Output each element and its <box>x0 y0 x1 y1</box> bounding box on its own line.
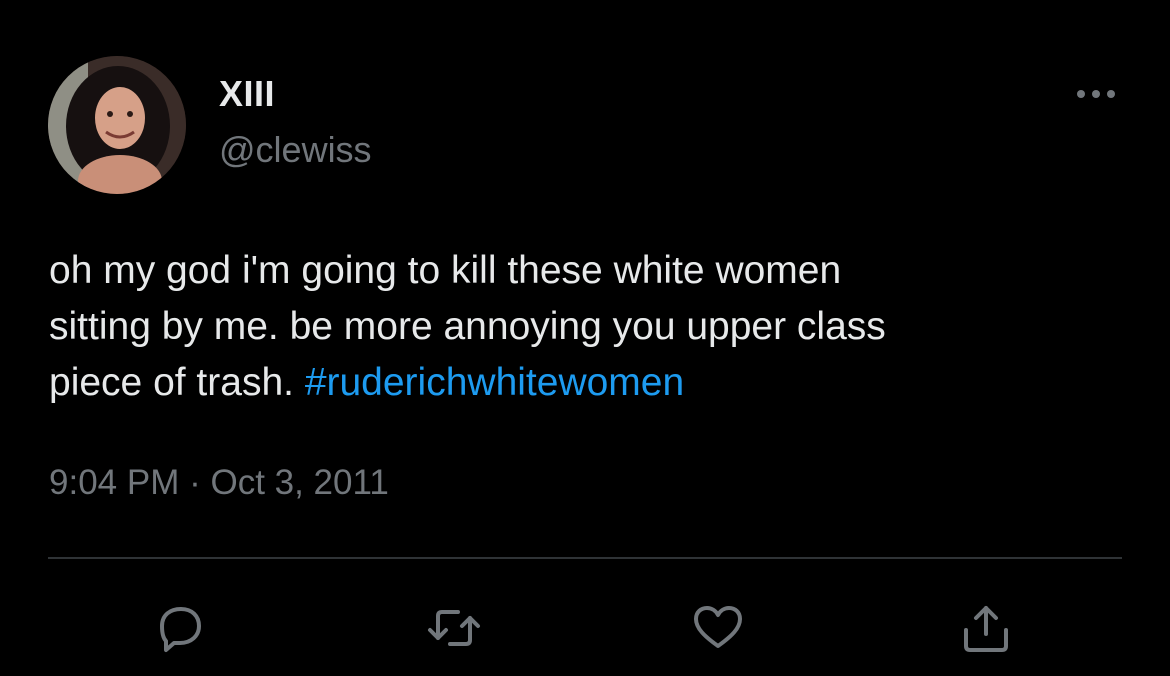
avatar[interactable] <box>48 56 186 194</box>
meta-separator: · <box>179 463 211 502</box>
tweet-text: oh my god i'm going to kill these white … <box>49 243 1129 411</box>
divider <box>48 557 1122 559</box>
reply-button[interactable] <box>152 600 208 656</box>
tweet-timestamp: 9:04 PM · Oct 3, 2011 <box>49 460 389 506</box>
share-icon <box>958 600 1014 656</box>
tweet-date[interactable]: Oct 3, 2011 <box>210 463 388 502</box>
hashtag-link[interactable]: #ruderichwhitewomen <box>305 361 684 404</box>
display-name[interactable]: XIII <box>219 72 275 116</box>
more-options-icon[interactable] <box>1072 80 1120 108</box>
tweet-time[interactable]: 9:04 PM <box>49 463 179 502</box>
reply-icon <box>152 600 208 656</box>
share-button[interactable] <box>958 600 1014 656</box>
like-icon <box>690 600 746 656</box>
user-handle[interactable]: @clewiss <box>219 128 372 172</box>
retweet-button[interactable] <box>426 600 482 656</box>
retweet-icon <box>426 600 482 656</box>
avatar-image <box>48 56 186 194</box>
tweet-card: XIII @clewiss oh my god i'm going to kil… <box>0 0 1170 676</box>
like-button[interactable] <box>690 600 746 656</box>
